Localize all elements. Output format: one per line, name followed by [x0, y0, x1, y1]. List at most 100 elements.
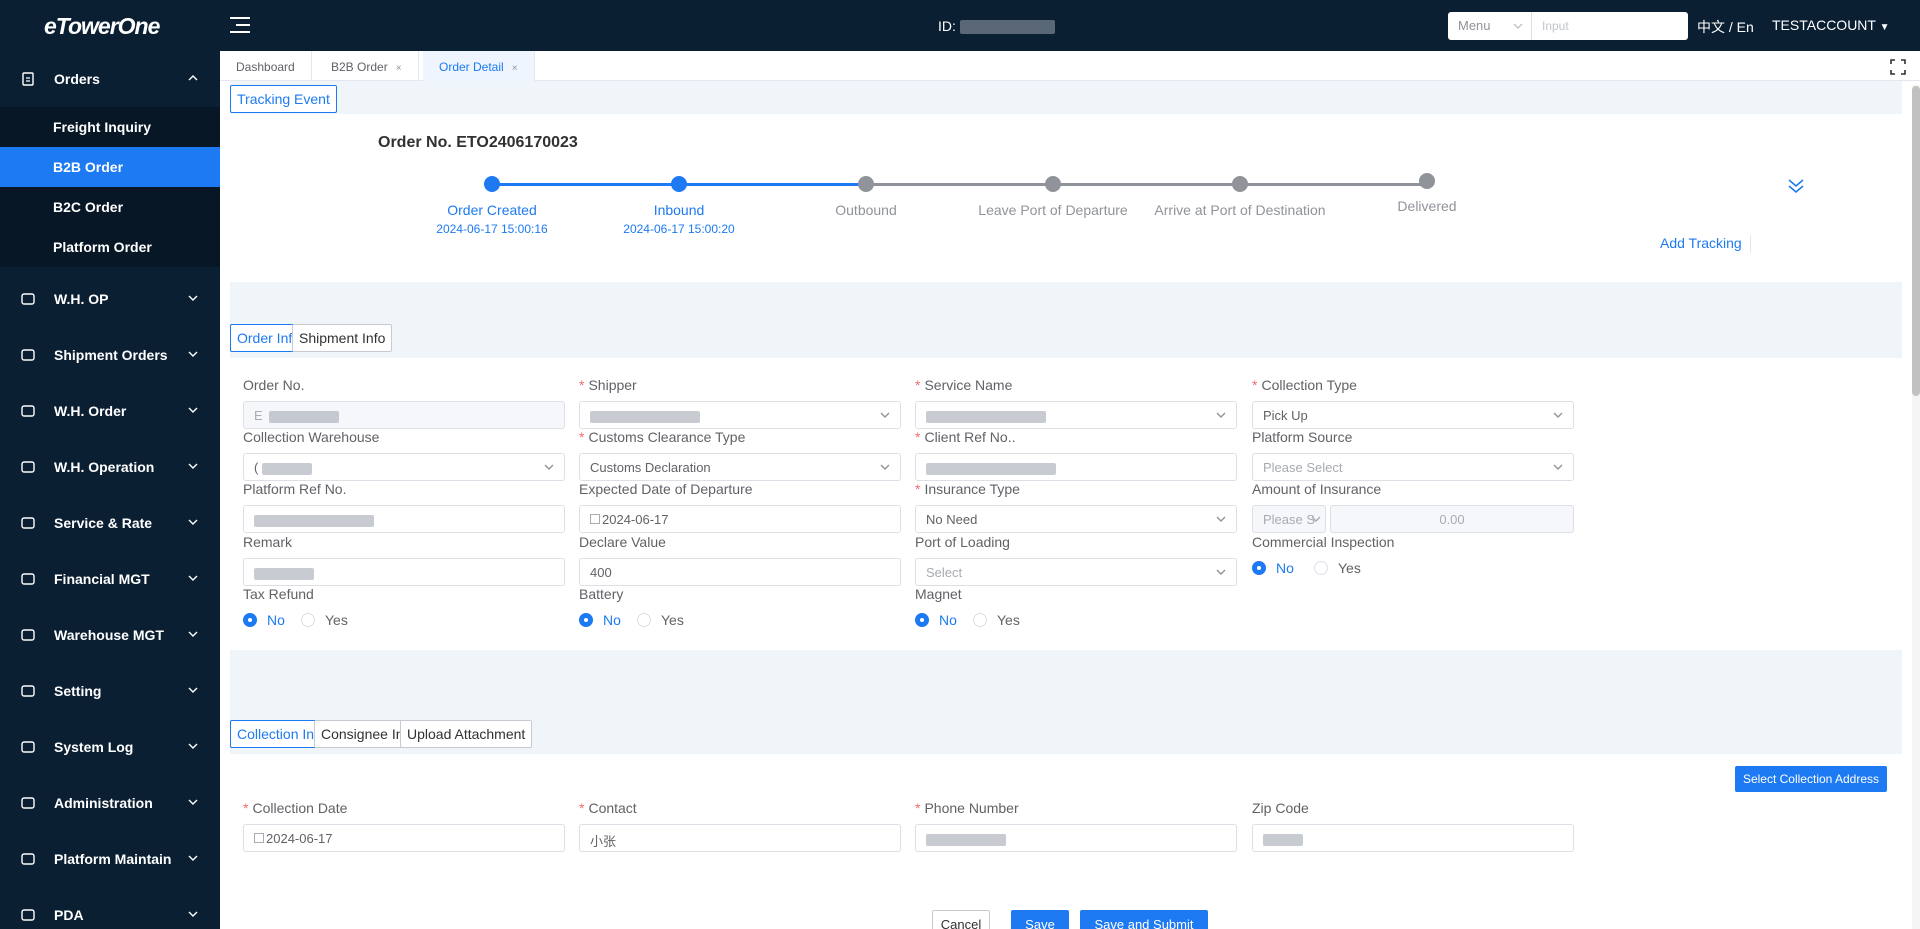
- sidebar-group-w-h-op[interactable]: W.H. OP: [0, 271, 220, 327]
- account-menu[interactable]: TESTACCOUNT ▼: [1772, 17, 1890, 33]
- sidebar-item-b2b-order[interactable]: B2B Order: [0, 147, 220, 187]
- platform-source-select[interactable]: Please Select: [1252, 453, 1574, 481]
- expected-departure-date[interactable]: 2024-06-17: [579, 505, 901, 533]
- client-ref-field[interactable]: [915, 453, 1237, 481]
- sidebar-item-b2c-order[interactable]: B2C Order: [0, 187, 220, 227]
- currency-icon: [20, 571, 36, 587]
- commercial-inspection-no[interactable]: No: [1252, 560, 1294, 576]
- building-icon: [20, 459, 36, 475]
- expected-departure-label: Expected Date of Departure: [579, 481, 753, 497]
- divider: [1750, 235, 1751, 253]
- tab-shipment-info[interactable]: Shipment Info: [292, 324, 393, 352]
- sidebar: Orders Freight Inquiry B2B Order B2C Ord…: [0, 51, 220, 929]
- order-number-title: Order No. ETO2406170023: [378, 134, 578, 151]
- tab-dashboard[interactable]: Dashboard: [220, 51, 312, 81]
- chevron-down-icon: [1553, 412, 1563, 418]
- sidebar-group-warehouse-mgt[interactable]: Warehouse MGT: [0, 607, 220, 663]
- magnet-label: Magnet: [915, 586, 962, 602]
- sidebar-item-platform-order[interactable]: Platform Order: [0, 227, 220, 267]
- fullscreen-icon[interactable]: [1890, 59, 1906, 75]
- sidebar-group-service-rate[interactable]: Service & Rate: [0, 495, 220, 551]
- tax-refund-no[interactable]: No: [243, 612, 285, 628]
- zip-code-field[interactable]: [1252, 824, 1574, 852]
- menu-search[interactable]: Menu Input: [1448, 12, 1688, 40]
- chevron-down-icon: [188, 687, 198, 693]
- add-tracking-link[interactable]: Add Tracking: [1660, 235, 1742, 251]
- save-button[interactable]: Save: [1011, 910, 1069, 929]
- battery-yes[interactable]: Yes: [637, 612, 684, 628]
- chevrons-down-icon[interactable]: [1787, 176, 1805, 194]
- sidebar-group-pda[interactable]: PDA: [0, 887, 220, 929]
- sidebar-group-w-h-order[interactable]: W.H. Order: [0, 383, 220, 439]
- save-and-submit-button[interactable]: Save and Submit: [1080, 910, 1208, 929]
- chevron-down-icon: [188, 407, 198, 413]
- collection-date-field[interactable]: 2024-06-17: [243, 824, 565, 852]
- close-icon[interactable]: ×: [512, 63, 518, 74]
- shipper-select[interactable]: [579, 401, 901, 429]
- progress-line-done: [492, 183, 679, 186]
- progress-line-pending: [866, 183, 1427, 186]
- sidebar-group-orders[interactable]: Orders: [0, 51, 220, 107]
- chevron-down-icon: [188, 351, 198, 357]
- magnet-no[interactable]: No: [915, 612, 957, 628]
- tab-order-detail[interactable]: Order Detail ×: [423, 51, 535, 81]
- insurance-amount-label: Amount of Insurance: [1252, 481, 1382, 497]
- chevron-down-icon: [880, 412, 890, 418]
- step-label: Inbound: [653, 202, 705, 218]
- chevron-down-icon: [1553, 464, 1563, 470]
- sidebar-group-w-h-operation[interactable]: W.H. Operation: [0, 439, 220, 495]
- chevron-down-icon: [1311, 516, 1321, 522]
- chevron-down-icon: [188, 911, 198, 917]
- sidebar-group-platform-maintain[interactable]: Platform Maintain: [0, 831, 220, 887]
- step-label: Order Created: [447, 202, 537, 218]
- sidebar-group-financial-mgt[interactable]: Financial MGT: [0, 551, 220, 607]
- tax-refund-yes[interactable]: Yes: [301, 612, 348, 628]
- customs-clearance-select[interactable]: Customs Declaration: [579, 453, 901, 481]
- service-name-select[interactable]: [915, 401, 1237, 429]
- calendar-icon: [590, 514, 600, 524]
- apps-icon: [20, 851, 36, 867]
- step-dot: [1232, 176, 1248, 192]
- menu-toggle-icon[interactable]: [230, 16, 252, 34]
- remark-label: Remark: [243, 534, 293, 550]
- sidebar-group-system-log[interactable]: System Log: [0, 719, 220, 775]
- tracking-panel: Order No. ETO2406170023 Order Created 202…: [230, 114, 1902, 282]
- language-switch[interactable]: 中文 / En: [1697, 17, 1754, 37]
- zip-code-label: Zip Code: [1252, 800, 1309, 816]
- step-date: 2024-06-17 15:00:16: [436, 222, 548, 236]
- tab-b2b-order[interactable]: B2B Order ×: [315, 51, 419, 81]
- phone-number-label: * Phone Number: [915, 800, 1019, 816]
- port-of-loading-select[interactable]: Select: [915, 558, 1237, 586]
- search-scope-select[interactable]: Menu: [1448, 12, 1532, 40]
- search-input[interactable]: Input: [1532, 12, 1688, 40]
- collection-type-select[interactable]: Pick Up: [1252, 401, 1574, 429]
- tab-upload-attachment[interactable]: Upload Attachment: [400, 720, 533, 748]
- sidebar-group-administration[interactable]: Administration: [0, 775, 220, 831]
- platform-ref-field[interactable]: [243, 505, 565, 533]
- declare-value-label: Declare Value: [579, 534, 666, 550]
- warehouse-icon: [20, 291, 36, 307]
- insurance-type-select[interactable]: No Need: [915, 505, 1237, 533]
- phone-number-field[interactable]: [915, 824, 1237, 852]
- document-icon: [20, 403, 36, 419]
- platform-ref-label: Platform Ref No.: [243, 481, 347, 497]
- tracking-event-button[interactable]: Tracking Event: [230, 85, 337, 113]
- collection-warehouse-label: Collection Warehouse: [243, 429, 380, 445]
- battery-no[interactable]: No: [579, 612, 621, 628]
- declare-value-field[interactable]: 400: [579, 558, 901, 586]
- sidebar-item-freight-inquiry[interactable]: Freight Inquiry: [0, 107, 220, 147]
- select-collection-address-button[interactable]: Select Collection Address: [1735, 766, 1887, 792]
- magnet-yes[interactable]: Yes: [973, 612, 1020, 628]
- step-dot: [858, 176, 874, 192]
- collection-warehouse-select[interactable]: (: [243, 453, 565, 481]
- scrollbar-thumb[interactable]: [1912, 86, 1920, 396]
- sidebar-group-shipment-orders[interactable]: Shipment Orders: [0, 327, 220, 383]
- contact-field[interactable]: 小张: [579, 824, 901, 852]
- cancel-button[interactable]: Cancel: [932, 910, 990, 929]
- close-icon[interactable]: ×: [396, 63, 402, 74]
- commercial-inspection-yes[interactable]: Yes: [1314, 560, 1361, 576]
- remark-field[interactable]: [243, 558, 565, 586]
- chevron-down-icon: [544, 464, 554, 470]
- sidebar-group-setting[interactable]: Setting: [0, 663, 220, 719]
- contact-label: * Contact: [579, 800, 637, 816]
